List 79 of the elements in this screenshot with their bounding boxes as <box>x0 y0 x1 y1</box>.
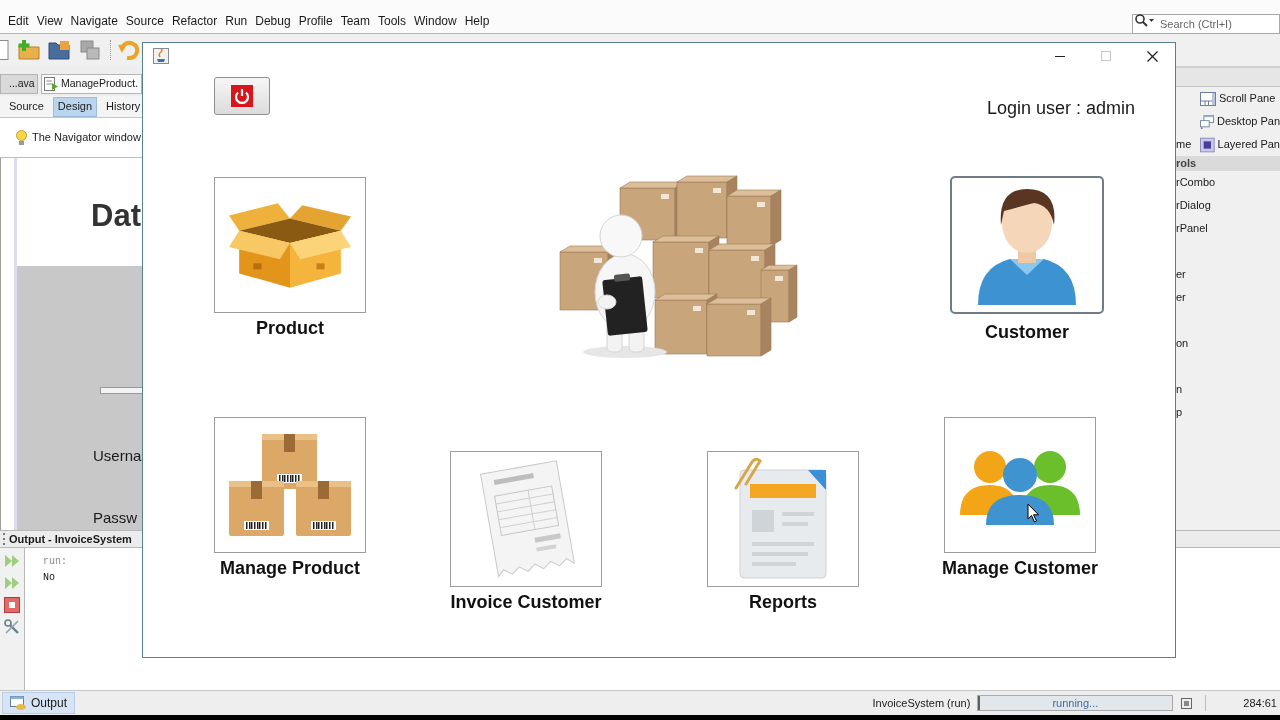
console-icon <box>10 696 26 710</box>
palette-item[interactable]: er <box>1176 266 1186 283</box>
cursor-position: 284:61 <box>1243 695 1277 711</box>
panel-title: Output - InvoiceSystem <box>9 531 132 547</box>
output-tab[interactable]: Output <box>2 692 76 714</box>
menu-item[interactable]: Navigate <box>70 12 118 29</box>
output-line: run: <box>43 555 67 568</box>
stacked-boxes-icon <box>229 434 351 536</box>
search-icon <box>1135 13 1155 27</box>
editor-tab[interactable]: ManageProduct. <box>41 74 142 94</box>
view-tab[interactable]: Design <box>52 96 98 117</box>
maximize-icon <box>1101 51 1111 61</box>
tile-label: Product <box>256 317 324 339</box>
windows-icon[interactable] <box>80 40 100 60</box>
menu-tile-button[interactable] <box>950 176 1104 314</box>
desktop-pane-icon <box>1200 113 1214 130</box>
menu-item[interactable]: Help <box>464 12 490 29</box>
power-icon <box>231 85 253 107</box>
menu-item[interactable]: Window <box>414 12 457 29</box>
palette-item[interactable]: on <box>1176 335 1189 352</box>
search-field[interactable]: Search (Ctrl+I) <box>1132 13 1280 34</box>
menu-item[interactable]: Run <box>225 12 248 29</box>
output-line: No <box>43 571 55 584</box>
login-user-label: Login user : admin <box>986 97 1135 119</box>
palette-item[interactable]: Desktop Pan <box>1217 113 1280 130</box>
task-name: InvoiceSystem (run) <box>872 695 971 711</box>
minimize-icon <box>1055 55 1065 57</box>
palette-item[interactable]: er <box>1176 289 1186 306</box>
tile-label: Manage Product <box>220 557 360 579</box>
form-heading: Dat <box>91 198 141 233</box>
menu-tile-button[interactable] <box>707 451 859 587</box>
app-icon <box>153 48 169 64</box>
menu-tile-button[interactable] <box>214 177 366 313</box>
checker-square-icon[interactable] <box>1181 697 1193 709</box>
menu-item[interactable]: Tools <box>378 12 406 29</box>
menu-item[interactable]: Refactor <box>171 12 218 29</box>
tile-label: Reports <box>749 591 817 613</box>
menu-item[interactable]: Debug <box>255 12 291 29</box>
layered-pane-icon <box>1200 136 1215 153</box>
view-tab[interactable]: History <box>101 96 146 117</box>
light-bulb-icon <box>16 129 27 146</box>
section-title: rols <box>1176 156 1197 172</box>
palette-item[interactable]: Scroll Pane <box>1219 90 1276 107</box>
folder-icon[interactable] <box>48 40 70 60</box>
palette-item[interactable]: Layered Pan <box>1217 136 1280 153</box>
menu-item[interactable]: Source <box>125 12 164 29</box>
form-label: Userna <box>93 446 142 466</box>
scroll-pane-icon <box>1200 91 1216 106</box>
mouse-pointer-icon <box>1027 503 1040 523</box>
wrench-icon[interactable] <box>4 619 20 635</box>
stop-icon[interactable] <box>4 597 20 613</box>
tile-label: Manage Customer <box>942 557 1099 579</box>
palette-item[interactable]: rDialog <box>1176 197 1211 214</box>
menu-item[interactable]: Profile <box>298 12 333 29</box>
form-label: Passw <box>93 508 138 528</box>
undo-icon[interactable] <box>118 40 140 60</box>
view-tab[interactable]: Source <box>4 96 49 117</box>
menu-tile-button[interactable] <box>944 417 1096 553</box>
menu-item[interactable]: View <box>36 12 63 29</box>
palette-item[interactable]: rPanel <box>1176 220 1208 237</box>
open-box-icon <box>229 202 351 288</box>
folder-plus-icon[interactable] <box>18 40 40 60</box>
menu-tile-button[interactable] <box>450 451 602 587</box>
palette-item[interactable]: rCombo <box>1176 174 1216 191</box>
menu-tile-button[interactable] <box>214 417 366 553</box>
progress-bar: running... <box>977 695 1174 711</box>
palette-item[interactable]: me <box>1176 136 1192 153</box>
tile-label: Customer <box>985 321 1069 343</box>
tile-label: Invoice Customer <box>450 591 602 613</box>
palette-item[interactable]: n <box>1176 381 1183 398</box>
menu-item[interactable]: Edit <box>8 12 29 29</box>
navigator-hint: The Navigator window <box>32 130 141 146</box>
editor-tab[interactable]: ...ava <box>0 74 38 94</box>
close-icon <box>1146 50 1158 62</box>
menu-item[interactable]: Team <box>340 12 370 29</box>
power-button[interactable] <box>214 77 270 115</box>
file-icon[interactable] <box>0 40 9 60</box>
form-file-icon <box>44 77 58 91</box>
palette-item[interactable]: p <box>1176 404 1183 421</box>
